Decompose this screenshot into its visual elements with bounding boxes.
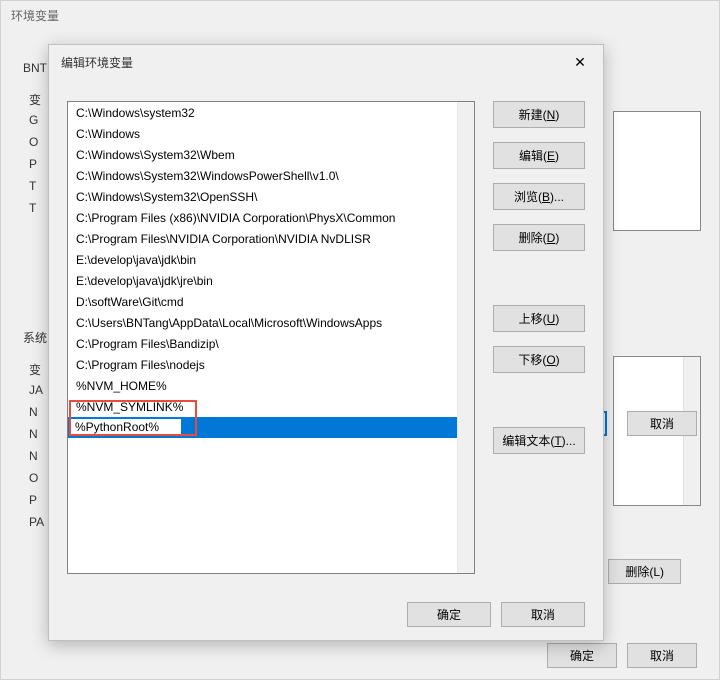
list-item[interactable]: %NVM_SYMLINK% xyxy=(68,396,457,417)
sys-vars-legend: 系统 xyxy=(23,329,47,346)
user-vars-panel xyxy=(613,111,701,231)
cancel-button-3[interactable]: 取消 xyxy=(627,643,697,668)
titlebar: 编辑环境变量 ✕ xyxy=(49,45,603,79)
move-down-button[interactable]: 下移(O) xyxy=(493,346,585,373)
ok-button-3[interactable]: 确定 xyxy=(547,643,617,668)
path-listbox[interactable]: C:\Windows\system32C:\WindowsC:\Windows\… xyxy=(67,101,475,574)
cancel-btn-wrap-1: 取消 xyxy=(627,411,697,436)
edit-button[interactable]: 编辑(E) xyxy=(493,142,585,169)
sys-var-row-label: O xyxy=(29,471,44,488)
edit-text-button[interactable]: 编辑文本(T)... xyxy=(493,427,585,454)
list-item[interactable]: C:\Program Files\Bandizip\ xyxy=(68,333,457,354)
edit-env-var-dialog: 编辑环境变量 ✕ C:\Windows\system32C:\WindowsC:… xyxy=(48,44,604,641)
list-item[interactable]: C:\Program Files\NVIDIA Corporation\NVID… xyxy=(68,228,457,249)
sys-var-row-label: N xyxy=(29,427,44,444)
cancel-button-1[interactable]: 取消 xyxy=(627,411,697,436)
path-edit-input[interactable] xyxy=(70,418,182,436)
sys-var-row-label: PA xyxy=(29,515,44,532)
list-item[interactable]: C:\Windows\System32\WindowsPowerShell\v1… xyxy=(68,165,457,186)
list-column: C:\Windows\system32C:\WindowsC:\Windows\… xyxy=(67,101,475,574)
sys-var-row-label: JA xyxy=(29,383,44,400)
scrollbar[interactable] xyxy=(457,102,474,573)
user-var-row-label: P xyxy=(29,157,41,174)
list-item[interactable]: C:\Windows xyxy=(68,123,457,144)
modal-title: 编辑环境变量 xyxy=(61,54,133,71)
sys-var-row-label: N xyxy=(29,405,44,422)
list-item[interactable]: D:\softWare\Git\cmd xyxy=(68,291,457,312)
list-item[interactable] xyxy=(68,417,457,438)
bg-btn-row-delete: 删除(L) xyxy=(608,559,681,584)
modal-body: C:\Windows\system32C:\WindowsC:\Windows\… xyxy=(49,79,603,588)
browse-button[interactable]: 浏览(B)... xyxy=(493,183,585,210)
list-item[interactable]: C:\Windows\system32 xyxy=(68,102,457,123)
close-icon: ✕ xyxy=(574,55,586,69)
user-var-row-label: T xyxy=(29,179,41,196)
sys-vars-label-col: 变JANNNOPPA xyxy=(29,361,44,532)
modal-footer: 确定 取消 xyxy=(49,588,603,640)
user-var-row-label: T xyxy=(29,201,41,218)
list-item[interactable]: C:\Windows\System32\OpenSSH\ xyxy=(68,186,457,207)
side-buttons: 新建(N) 编辑(E) 浏览(B)... 删除(D) 上移(U) 下移(O) 编… xyxy=(493,101,585,574)
user-vars-label-col: 变GOPTT xyxy=(29,91,41,218)
sys-var-row-label: 变 xyxy=(29,361,44,378)
new-button[interactable]: 新建(N) xyxy=(493,101,585,128)
list-item[interactable]: E:\develop\java\jdk\jre\bin xyxy=(68,270,457,291)
list-item[interactable]: C:\Program Files\nodejs xyxy=(68,354,457,375)
list-item[interactable]: C:\Program Files (x86)\NVIDIA Corporatio… xyxy=(68,207,457,228)
cancel-button[interactable]: 取消 xyxy=(501,602,585,627)
list-item[interactable]: E:\develop\java\jdk\bin xyxy=(68,249,457,270)
dialog-title: 环境变量 xyxy=(1,1,719,30)
user-var-row-label: O xyxy=(29,135,41,152)
list-item[interactable]: C:\Windows\System32\Wbem xyxy=(68,144,457,165)
delete-button[interactable]: 删除(D) xyxy=(493,224,585,251)
close-button[interactable]: ✕ xyxy=(559,47,601,77)
user-vars-legend: BNT xyxy=(23,61,47,75)
sys-var-row-label: N xyxy=(29,449,44,466)
move-up-button[interactable]: 上移(U) xyxy=(493,305,585,332)
delete-l-button[interactable]: 删除(L) xyxy=(608,559,681,584)
ok-button[interactable]: 确定 xyxy=(407,602,491,627)
sys-var-row-label: P xyxy=(29,493,44,510)
list-item[interactable]: C:\Users\BNTang\AppData\Local\Microsoft\… xyxy=(68,312,457,333)
bg-btn-row-3: 确定 取消 xyxy=(547,643,697,668)
user-var-row-label: G xyxy=(29,113,41,130)
user-var-row-label: 变 xyxy=(29,91,41,108)
list-item[interactable]: %NVM_HOME% xyxy=(68,375,457,396)
